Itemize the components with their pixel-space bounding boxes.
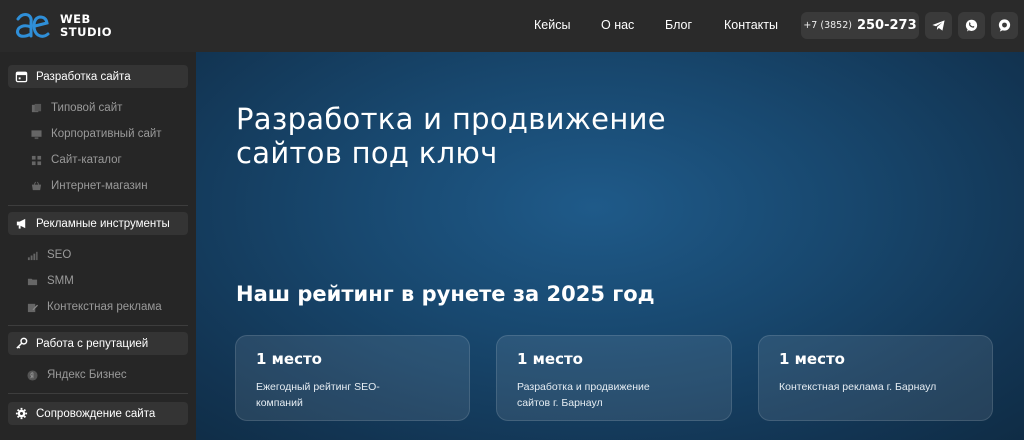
sidebar-divider xyxy=(8,205,188,206)
edit-icon xyxy=(26,301,38,313)
sidebar-item-label: Сайт-каталог xyxy=(51,154,122,166)
sidebar-item-online-store[interactable]: Интернет-магазин xyxy=(30,177,148,195)
nav-about[interactable]: О нас xyxy=(601,18,634,32)
logo-line-2: STUDIO xyxy=(60,25,113,39)
yandex-icon xyxy=(26,369,38,381)
rating-place: 1 место xyxy=(517,350,583,368)
basket-icon xyxy=(30,180,42,192)
rating-place: 1 место xyxy=(256,350,322,368)
rating-desc: Ежегодный рейтинг SEO- компаний xyxy=(256,379,449,411)
sidebar-item-context-ads[interactable]: Контекстная реклама xyxy=(26,298,162,316)
sidebar-item-yandex-business[interactable]: Яндекс Бизнес xyxy=(26,366,127,384)
sidebar-divider xyxy=(8,325,188,326)
sidebar-section-web-development[interactable]: Разработка сайта xyxy=(8,65,188,88)
nav-blog[interactable]: Блог xyxy=(665,18,692,32)
sidebar-section-label: Сопровождение сайта xyxy=(36,407,156,420)
sidebar-section-ad-tools[interactable]: Рекламные инструменты xyxy=(8,212,188,235)
rating-desc-line-2: компаний xyxy=(256,397,303,409)
whatsapp-button[interactable] xyxy=(958,12,985,39)
sidebar-item-catalog-site[interactable]: Сайт-каталог xyxy=(30,151,122,169)
hero-title-line-1: Разработка и продвижение xyxy=(236,102,666,136)
sidebar-section-support[interactable]: Сопровождение сайта xyxy=(8,402,188,425)
sidebar-item-typical-site[interactable]: Типовой сайт xyxy=(30,99,122,117)
sidebar-item-label: Типовой сайт xyxy=(51,102,123,114)
sidebar-item-label: SEO xyxy=(47,249,72,261)
pages-icon xyxy=(30,102,42,114)
sidebar-item-label: Интернет-магазин xyxy=(51,180,148,192)
key-icon xyxy=(14,337,28,351)
sidebar-section-label: Разработка сайта xyxy=(36,70,131,83)
rating-card: 1 место Ежегодный рейтинг SEO- компаний xyxy=(235,335,470,421)
megaphone-icon xyxy=(14,217,28,231)
logo-text: WEB STUDIO xyxy=(60,13,112,39)
folder-icon xyxy=(26,275,38,287)
sidebar-item-label: SMM xyxy=(47,275,74,287)
hero-title-line-2: сайтов под ключ xyxy=(236,136,498,170)
sidebar-item-label: Контекстная реклама xyxy=(47,301,162,313)
rating-card: 1 место Разработка и продвижение сайтов … xyxy=(496,335,732,421)
gear-icon xyxy=(14,407,28,421)
whatsapp-icon xyxy=(965,19,978,32)
rating-desc: Контекстная реклама г. Барнаул xyxy=(779,379,972,395)
phone-number: 250-273 xyxy=(856,18,917,33)
logo-mark-icon xyxy=(16,13,50,38)
sidebar-section-label: Работа с репутацией xyxy=(36,337,149,350)
telegram-button[interactable] xyxy=(925,12,952,39)
sidebar-item-seo[interactable]: SEO xyxy=(26,246,71,264)
nav-contacts[interactable]: Контакты xyxy=(724,18,778,32)
rating-desc-line-1: Ежегодный рейтинг SEO- xyxy=(256,381,380,393)
rating-desc-line-1: Разработка и продвижение xyxy=(517,381,650,393)
bars-icon xyxy=(26,249,38,261)
logo[interactable]: WEB STUDIO xyxy=(14,10,112,42)
hero-title: Разработка и продвижение сайтов под ключ xyxy=(236,102,836,170)
telegram-icon xyxy=(932,20,945,31)
sidebar-section-reputation[interactable]: Работа с репутацией xyxy=(8,332,188,355)
rating-desc-line-1: Контекстная реклама г. Барнаул xyxy=(779,381,937,393)
sidebar-item-label: Яндекс Бизнес xyxy=(47,369,127,381)
rating-place: 1 место xyxy=(779,350,845,368)
monitor-icon xyxy=(30,128,42,140)
sidebar-divider xyxy=(8,393,188,394)
sidebar-item-smm[interactable]: SMM xyxy=(26,272,74,290)
catalog-icon xyxy=(30,154,42,166)
calendar-icon xyxy=(14,70,28,84)
sidebar: Разработка сайта Типовой сайт Корпоратив… xyxy=(0,52,196,440)
rating-card: 1 место Контекстная реклама г. Барнаул xyxy=(758,335,993,421)
rating-title: Наш рейтинг в рунете за 2025 год xyxy=(236,282,655,306)
rating-desc: Разработка и продвижение сайтов г. Барна… xyxy=(517,379,711,411)
chat-button[interactable] xyxy=(991,12,1018,39)
sidebar-section-label: Рекламные инструменты xyxy=(36,217,170,230)
hero-banner: Разработка и продвижение сайтов под ключ… xyxy=(196,52,1024,440)
sidebar-item-label: Корпоративный сайт xyxy=(51,128,162,140)
header: WEB STUDIO Кейсы О нас Блог Контакты +7 … xyxy=(0,0,1024,52)
nav-cases[interactable]: Кейсы xyxy=(534,18,570,32)
phone-button[interactable]: +7 (3852) 250-273 xyxy=(801,12,919,39)
chat-icon xyxy=(998,19,1011,32)
phone-code: +7 (3852) xyxy=(803,20,852,31)
sidebar-item-corporate-site[interactable]: Корпоративный сайт xyxy=(30,125,162,143)
rating-desc-line-2: сайтов г. Барнаул xyxy=(517,397,603,409)
